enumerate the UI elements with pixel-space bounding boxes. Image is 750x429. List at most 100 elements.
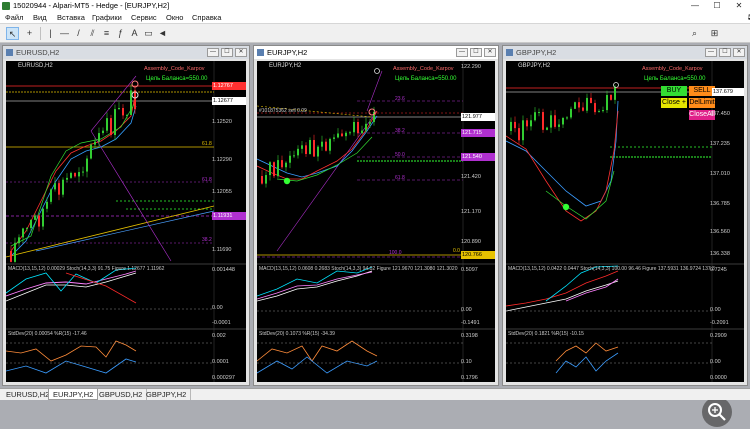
candles — [261, 106, 375, 188]
sub-scale-label: 0.7245 — [710, 267, 727, 273]
text-icon[interactable]: A — [128, 27, 141, 40]
candle-body — [369, 121, 371, 124]
maximize-button[interactable]: ☐ — [706, 0, 728, 12]
tab-eurjpy[interactable]: EURJPY,H2 — [48, 389, 99, 400]
candle-body — [349, 132, 351, 134]
chart-maximize-button[interactable]: ☐ — [221, 48, 233, 57]
crosshair-icon[interactable]: + — [23, 27, 36, 40]
horizontal-line-icon[interactable]: — — [58, 27, 71, 40]
chart-maximize-button[interactable]: ☐ — [719, 48, 731, 57]
fib-level-label: 61.8 — [202, 177, 212, 183]
menu-help[interactable]: Справка — [192, 13, 221, 22]
chart-symbol-label: EURUSD,H2 — [18, 63, 53, 69]
chart-caption[interactable]: GBPJPY,H2 — ☐ ✕ — [503, 46, 747, 59]
chart-symbol-label: EURJPY,H2 — [269, 63, 302, 69]
close-plus-button[interactable]: Close + — [661, 98, 687, 108]
menu-file[interactable]: Файл — [5, 13, 23, 22]
candle-body — [562, 117, 564, 125]
goal-label: Цель Баланса=550.00 — [644, 76, 706, 82]
candle-body — [365, 123, 367, 131]
sub-scale-label: 0.002 — [212, 333, 226, 339]
candle-body — [578, 102, 580, 108]
price-scale-label: 136.785 — [710, 201, 730, 207]
candle-body — [277, 160, 279, 177]
candle-body — [570, 108, 572, 118]
candle-body — [297, 148, 299, 156]
tab-gbpjpy[interactable]: GBPJPY,H2 — [142, 389, 192, 400]
chart-plot[interactable]: GBPJPY,H2 Assembly_Code_Karpov Цель Бала… — [506, 61, 744, 382]
chart-maximize-button[interactable]: ☐ — [470, 48, 482, 57]
chart-close-button[interactable]: ✕ — [484, 48, 496, 57]
candle-body — [337, 133, 339, 138]
cursor-icon[interactable]: ↖ — [6, 27, 19, 40]
candle-body — [58, 183, 60, 195]
chart-plot[interactable]: EURJPY,H2 Assembly_Code_Karpov Цель Бала… — [257, 61, 495, 382]
chart-minimize-button[interactable]: — — [456, 48, 468, 57]
candle-body — [614, 86, 616, 100]
price-tag-purple: 121.715 — [461, 129, 495, 137]
tiles-icon[interactable]: ⊞ — [708, 27, 721, 40]
price-tag-purple: 121.540 — [461, 153, 495, 161]
chart-close-button[interactable]: ✕ — [733, 48, 745, 57]
menu-insert[interactable]: Вставка — [57, 13, 85, 22]
candle-body — [62, 179, 64, 195]
tab-eurusd[interactable]: EURUSD,H2 — [2, 389, 55, 400]
app-icon — [2, 2, 10, 10]
chart-close-button[interactable]: ✕ — [235, 48, 247, 57]
shapes-icon[interactable]: ▭ — [142, 27, 155, 40]
fibonacci-extension-icon[interactable]: ƒ — [114, 27, 127, 40]
chart-minimize-button[interactable]: — — [207, 48, 219, 57]
price-tag-red: 1.12767 — [212, 82, 246, 90]
chart-caption[interactable]: EURJPY,H2 — ☐ ✕ — [254, 46, 498, 59]
candle-body — [66, 177, 68, 180]
del-limit-button[interactable]: DelLimit — [689, 98, 715, 108]
stddev-indicator-label: StdDev(20) 0.00054 %R(15) -17.46 — [8, 331, 87, 337]
close-button[interactable]: ✕ — [728, 0, 750, 12]
fib-level-label: 38.2 — [395, 128, 405, 134]
assembly-label: Assembly_Code_Karpov — [393, 66, 454, 72]
candle-body — [26, 228, 28, 230]
trendline-icon[interactable]: / — [72, 27, 85, 40]
candle-body — [94, 141, 96, 145]
candle-body — [86, 158, 88, 172]
candle-body — [530, 120, 532, 127]
candles — [510, 84, 616, 146]
chart-window-gbpjpy[interactable]: GBPJPY,H2 — ☐ ✕ GBPJPY,H2 Assembly_Code_… — [502, 45, 748, 386]
menu-view[interactable]: Вид — [33, 13, 47, 22]
candle-body — [550, 115, 552, 128]
tab-gbpusd[interactable]: GBPUSD,H2 — [95, 389, 148, 400]
arrow-icon[interactable]: ◄ — [156, 27, 169, 40]
menu-bar: Файл Вид Вставка Графики Сервис Окно Спр… — [0, 12, 750, 24]
chart-title: EURJPY,H2 — [267, 48, 308, 57]
fib-level-label: 38.2 — [202, 237, 212, 243]
vertical-line-icon[interactable]: | — [44, 27, 57, 40]
chart-plot[interactable]: EURUSD,H2 Assembly_Code_Karpov Цель Бала… — [6, 61, 246, 382]
minimize-button[interactable]: — — [684, 0, 706, 12]
price-scale-label: 137.235 — [710, 141, 730, 147]
chart-window-eurusd[interactable]: EURUSD,H2 — ☐ ✕ EURUSD,H2 Assembly_Code_… — [2, 45, 250, 386]
candle-body — [554, 115, 556, 127]
chart-caption[interactable]: EURUSD,H2 — ☐ ✕ — [3, 46, 249, 59]
candle-body — [353, 121, 355, 133]
menu-window[interactable]: Окно — [166, 13, 183, 22]
mdi-area: EURUSD,H2 — ☐ ✕ EURUSD,H2 Assembly_Code_… — [0, 43, 750, 427]
candle-body — [98, 133, 100, 142]
chart-minimize-button[interactable]: — — [705, 48, 717, 57]
price-scale-label: 1.12290 — [212, 157, 232, 163]
chart-window-eurjpy[interactable]: EURJPY,H2 — ☐ ✕ EURJPY,H2 Assembly_Code_… — [253, 45, 499, 386]
buy-button[interactable]: BUY — [661, 86, 687, 96]
candle-body — [606, 95, 608, 111]
sub-scale-label: 0.1796 — [461, 375, 478, 381]
chart-symbol-label: GBPJPY,H2 — [518, 63, 551, 69]
price-tag-purple: 1.11931 — [212, 212, 246, 220]
price-tag-yellow: 120.766 — [461, 251, 495, 259]
candle-body — [357, 121, 359, 134]
search-icon[interactable]: ⌕ — [688, 27, 701, 40]
menu-charts[interactable]: Графики — [92, 13, 122, 22]
menu-tools[interactable]: Сервис — [131, 13, 157, 22]
fibonacci-icon[interactable]: ≡ — [100, 27, 113, 40]
candle-body — [78, 172, 80, 177]
candle-body — [333, 137, 335, 139]
zoom-magnifier-icon[interactable] — [702, 397, 732, 427]
channel-icon[interactable]: ⫽ — [86, 27, 99, 40]
